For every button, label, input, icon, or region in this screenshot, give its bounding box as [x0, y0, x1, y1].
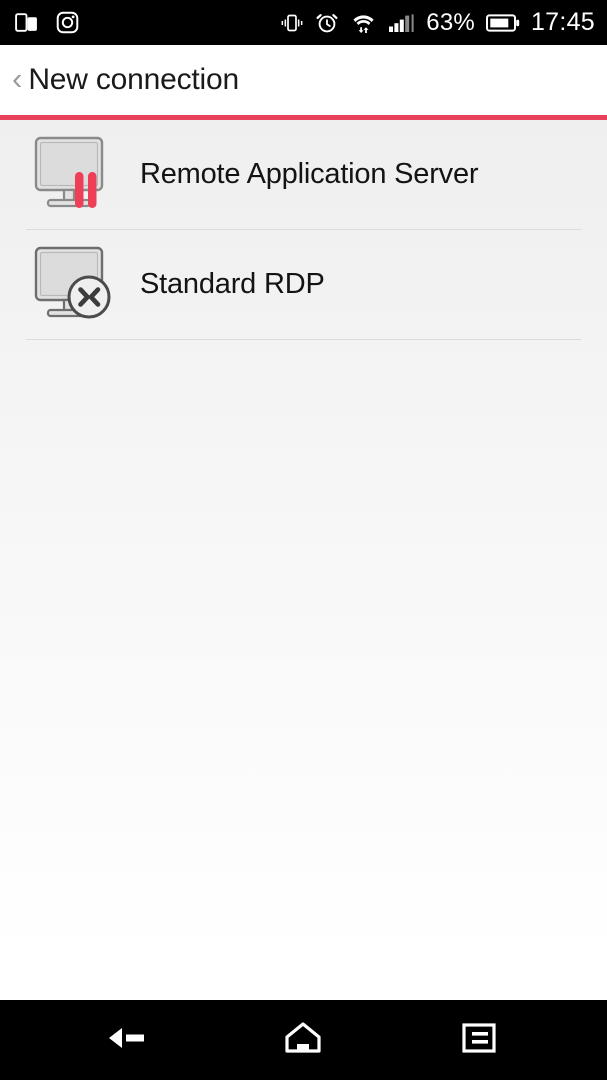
alarm-clock-icon	[315, 11, 339, 35]
back-chevron-icon[interactable]: ‹	[8, 59, 26, 102]
monitor-ras-icon	[26, 134, 116, 216]
nav-back-button[interactable]	[68, 1000, 188, 1080]
nav-home-button[interactable]	[243, 1000, 363, 1080]
monitor-rdp-icon	[26, 244, 116, 326]
list-divider	[26, 339, 581, 340]
wifi-data-transfer-icon	[350, 11, 377, 35]
battery-icon	[485, 12, 520, 34]
content-area: Remote Application Server Standard RDP	[0, 120, 607, 1000]
list-item-standard-rdp[interactable]: Standard RDP	[0, 230, 607, 339]
nav-recents-icon	[461, 1021, 497, 1060]
status-bar: 63% 17:45	[0, 0, 607, 45]
vibrate-icon	[280, 11, 304, 35]
status-bar-notifications	[14, 10, 80, 35]
android-navigation-bar	[0, 1000, 607, 1080]
multi-window-icon	[14, 10, 39, 35]
list-item-remote-application-server[interactable]: Remote Application Server	[0, 120, 607, 229]
battery-percent-label: 63%	[426, 8, 475, 36]
cellular-signal-icon	[388, 11, 415, 35]
page-title: New connection	[28, 63, 239, 96]
list-item-label: Standard RDP	[140, 268, 325, 300]
nav-back-icon	[106, 1023, 150, 1058]
app-bar: ‹ New connection	[0, 45, 607, 115]
instagram-icon	[55, 10, 80, 35]
status-bar-clock: 17:45	[530, 8, 595, 36]
connection-type-list: Remote Application Server Standard RDP	[0, 120, 607, 340]
phone-screen: 63% 17:45 ‹ New connection Remote Applic…	[0, 0, 607, 1080]
nav-home-icon	[283, 1021, 323, 1060]
list-item-label: Remote Application Server	[140, 158, 479, 190]
status-bar-system-icons: 63% 17:45	[280, 8, 595, 37]
nav-recents-button[interactable]	[419, 1000, 539, 1080]
